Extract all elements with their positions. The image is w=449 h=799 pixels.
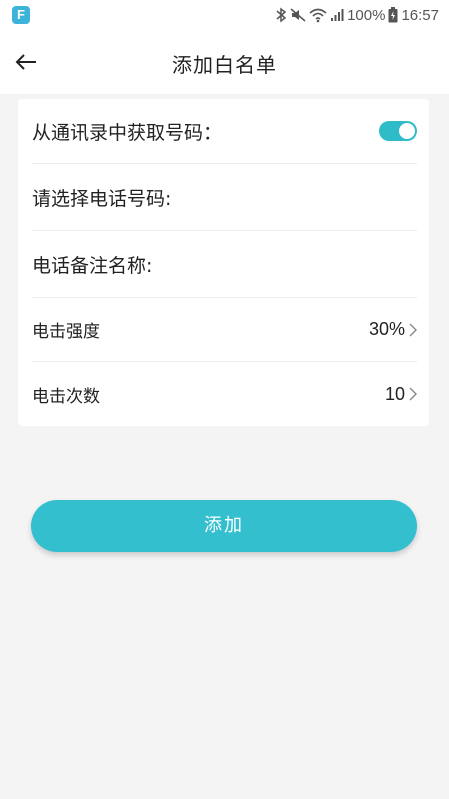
battery-icon <box>388 7 398 23</box>
chevron-right-icon <box>409 387 417 401</box>
strength-row[interactable]: 电击强度 30% <box>32 298 417 362</box>
select-phone-label: 请选择电话号码: <box>32 187 172 210</box>
times-value: 10 <box>384 383 405 404</box>
bluetooth-icon <box>275 7 287 23</box>
battery-level: 100% <box>347 6 386 24</box>
wifi-icon <box>309 7 327 23</box>
signal-icon <box>330 8 344 22</box>
add-button[interactable]: 添加 <box>31 500 417 552</box>
select-phone-row[interactable]: 请选择电话号码: <box>32 164 417 231</box>
chevron-right-icon <box>409 323 417 337</box>
page-title: 添加白名单 <box>172 53 277 77</box>
times-row[interactable]: 电击次数 10 <box>32 362 417 426</box>
contacts-row: 从通讯录中获取号码： <box>32 99 417 164</box>
times-selector[interactable]: 10 <box>385 384 417 405</box>
status-icons: 100% 16:57 <box>275 5 439 25</box>
status-bar: F 100% 16:57 <box>0 0 449 30</box>
whitelist-form-card: 从通讯录中获取号码： 请选择电话号码: 电话备注名称: 电击强度 30% 电击次… <box>18 99 429 426</box>
times-label: 电击次数 <box>32 386 100 407</box>
mute-icon <box>290 7 306 23</box>
app-notification-icon: F <box>12 6 30 24</box>
strength-value: 30% <box>368 319 405 339</box>
strength-selector[interactable]: 30% <box>369 319 417 340</box>
remark-row[interactable]: 电话备注名称: <box>32 231 417 298</box>
contacts-toggle[interactable] <box>379 121 417 141</box>
header: 添加白名单 <box>0 30 449 94</box>
clock: 16:57 <box>401 6 439 24</box>
strength-label: 电击强度 <box>32 322 100 342</box>
remark-label: 电话备注名称: <box>32 254 153 277</box>
toggle-knob <box>399 123 415 139</box>
contacts-label: 从通讯录中获取号码： <box>32 121 223 144</box>
